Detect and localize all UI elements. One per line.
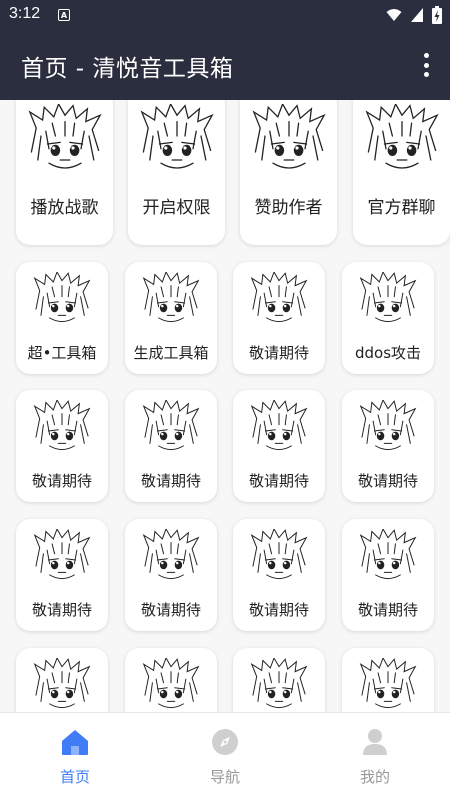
person-icon [363, 729, 387, 755]
anime-face-icon [250, 527, 308, 580]
tool-card[interactable]: 敬请期待 [16, 390, 108, 502]
anime-face-icon [359, 398, 417, 451]
battery-icon [432, 6, 442, 24]
anime-face-icon [139, 102, 214, 169]
tool-card-label: 敬请期待 [357, 601, 418, 619]
anime-face-icon [33, 527, 91, 580]
tool-card[interactable] [233, 648, 325, 712]
anime-face-icon [251, 102, 326, 169]
tool-card[interactable]: 敬请期待 [342, 390, 434, 502]
tool-card-label: 播放战歌 [30, 198, 99, 218]
anime-face-icon [250, 270, 308, 323]
tool-card[interactable] [342, 648, 434, 712]
home-icon [62, 730, 88, 755]
tool-card[interactable]: 敬请期待 [233, 262, 325, 374]
network-icon [411, 8, 423, 22]
nav-guide[interactable]: 导航 [150, 713, 300, 801]
tool-card-label: 敬请期待 [248, 472, 309, 490]
tool-card-label: ddos攻击 [354, 344, 422, 362]
nav-mine[interactable]: 我的 [300, 713, 450, 801]
overflow-menu-icon[interactable] [422, 53, 430, 77]
anime-face-icon [250, 656, 308, 709]
anime-face-icon [142, 527, 200, 580]
tool-card-label: 敬请期待 [357, 472, 418, 490]
nav-home-label: 首页 [59, 768, 90, 786]
tool-card[interactable]: 敬请期待 [342, 519, 434, 631]
anime-face-icon [142, 270, 200, 323]
tool-card[interactable]: 超•工具箱 [16, 262, 108, 374]
tool-card-label: 赞助作者 [254, 198, 323, 218]
tool-card[interactable]: ddos攻击 [342, 262, 434, 374]
tool-card-label: 敬请期待 [140, 472, 201, 490]
tool-card[interactable]: 官方群聊 [353, 100, 450, 245]
tool-card-label: 敬请期待 [248, 601, 309, 619]
nav-home[interactable]: 首页 [0, 713, 150, 801]
tool-card[interactable]: 敬请期待 [16, 519, 108, 631]
nav-mine-label: 我的 [359, 768, 390, 786]
anime-face-icon [359, 270, 417, 323]
tool-card[interactable]: 敬请期待 [125, 519, 217, 631]
anime-face-icon [33, 398, 91, 451]
signal-icon [386, 9, 402, 21]
notification-icon: A [58, 9, 70, 21]
tool-card-label: 敬请期待 [31, 472, 92, 490]
tool-card-label: 超•工具箱 [27, 344, 97, 362]
anime-face-icon [250, 398, 308, 451]
tool-card-label: 开启权限 [142, 198, 211, 218]
anime-face-icon [142, 656, 200, 709]
anime-face-icon [33, 270, 91, 323]
anime-face-icon [27, 102, 102, 169]
tool-card[interactable]: 赞助作者 [240, 100, 337, 245]
tool-card[interactable]: 敬请期待 [233, 519, 325, 631]
tool-grid[interactable]: 播放战歌 开启权限 赞助作者 官方群聊 超•工具箱 生成工具箱 敬请期待 ddo… [0, 100, 450, 712]
anime-face-icon [33, 656, 91, 709]
system-icons [386, 6, 442, 24]
tool-card[interactable]: 开启权限 [128, 100, 225, 245]
tool-card[interactable] [16, 648, 108, 712]
page-title: 首页 - 清悦音工具箱 [21, 56, 234, 82]
tool-card-label: 敬请期待 [140, 601, 201, 619]
tool-card-label: 敬请期待 [31, 601, 92, 619]
status-time: 3:12 [9, 5, 41, 22]
tool-card[interactable]: 播放战歌 [16, 100, 113, 245]
tool-card[interactable]: 生成工具箱 [125, 262, 217, 374]
tool-card-label: 官方群聊 [367, 198, 436, 218]
status-bar: 3:12 A [0, 0, 450, 30]
tool-card-label: 生成工具箱 [133, 344, 209, 362]
tool-card[interactable]: 敬请期待 [125, 390, 217, 502]
anime-face-icon [359, 527, 417, 580]
anime-face-icon [364, 102, 439, 169]
anime-face-icon [142, 398, 200, 451]
nav-guide-label: 导航 [209, 768, 240, 786]
app-bar: 首页 - 清悦音工具箱 [0, 30, 450, 100]
tool-card[interactable]: 敬请期待 [233, 390, 325, 502]
anime-face-icon [359, 656, 417, 709]
tool-card-label: 敬请期待 [248, 344, 309, 362]
tool-card[interactable] [125, 648, 217, 712]
compass-icon [212, 729, 238, 755]
bottom-navigation: 首页 导航 我的 [0, 712, 450, 801]
